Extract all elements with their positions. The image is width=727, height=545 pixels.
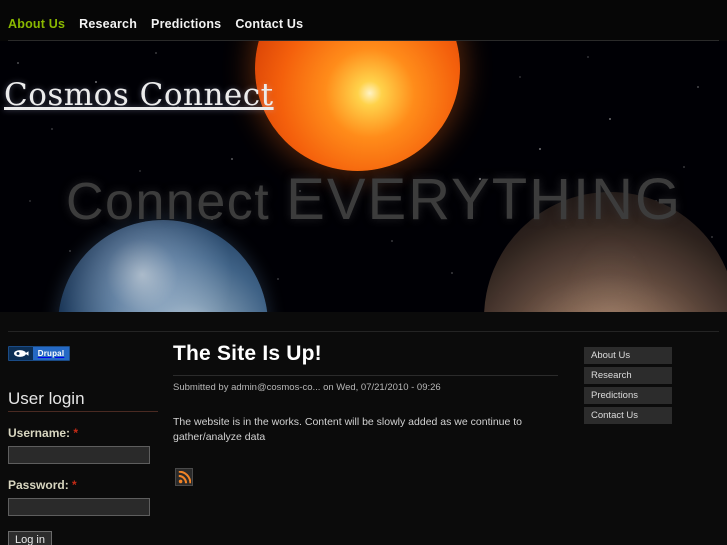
- user-login-block-title: User login: [8, 389, 85, 408]
- tagline-emphasis: EVERYTHING: [286, 167, 683, 232]
- password-required-marker: *: [72, 478, 77, 492]
- username-input[interactable]: [8, 446, 150, 464]
- drupal-powered-badge[interactable]: Drupal: [8, 346, 70, 361]
- sidebar-menu-item-contact-us[interactable]: Contact Us: [584, 407, 672, 424]
- node-body-text: The website is in the works. Content wil…: [173, 416, 523, 443]
- tagline-lead: Connect: [66, 173, 271, 231]
- drupal-badge-label: Drupal: [33, 347, 69, 360]
- content-top-divider: [8, 331, 719, 332]
- hero-banner: Connect EVERYTHING Cosmos Connect: [0, 41, 727, 312]
- password-field-row: Password: *: [8, 478, 150, 516]
- sidebar-menu-item-research[interactable]: Research: [584, 367, 672, 384]
- page-title-divider: [173, 375, 558, 376]
- sidebar-right: About Us Research Predictions Contact Us: [584, 347, 672, 427]
- username-field-row: Username: *: [8, 426, 150, 464]
- password-label-text: Password:: [8, 478, 69, 492]
- log-in-button[interactable]: Log in: [8, 531, 52, 545]
- primary-navigation: About Us Research Predictions Contact Us: [0, 0, 727, 41]
- page-root: About Us Research Predictions Contact Us…: [0, 0, 727, 545]
- nav-item-about-us[interactable]: About Us: [8, 17, 65, 31]
- user-login-title-divider: [8, 411, 158, 412]
- sidebar-menu-item-predictions[interactable]: Predictions: [584, 387, 672, 404]
- site-name-logo[interactable]: Cosmos Connect: [4, 77, 274, 113]
- site-tagline: Connect EVERYTHING: [66, 166, 682, 233]
- drupal-drop-icon: [9, 347, 33, 360]
- main-content: The Site Is Up! Submitted by admin@cosmo…: [173, 341, 563, 486]
- primary-navigation-list: About Us Research Predictions Contact Us: [8, 17, 303, 31]
- nav-item-contact-us[interactable]: Contact Us: [235, 17, 303, 31]
- page-title: The Site Is Up!: [173, 342, 322, 365]
- sidebar-menu-item-about-us[interactable]: About Us: [584, 347, 672, 364]
- nav-item-predictions[interactable]: Predictions: [151, 17, 221, 31]
- node-submitted-info: Submitted by admin@cosmos-co... on Wed, …: [173, 382, 441, 393]
- username-required-marker: *: [73, 426, 79, 440]
- nav-item-research[interactable]: Research: [79, 17, 137, 31]
- password-input[interactable]: [8, 498, 150, 516]
- username-label: Username: *: [8, 426, 150, 440]
- password-label: Password: *: [8, 478, 150, 492]
- rss-feed-icon[interactable]: [175, 468, 193, 486]
- username-label-text: Username:: [8, 426, 71, 440]
